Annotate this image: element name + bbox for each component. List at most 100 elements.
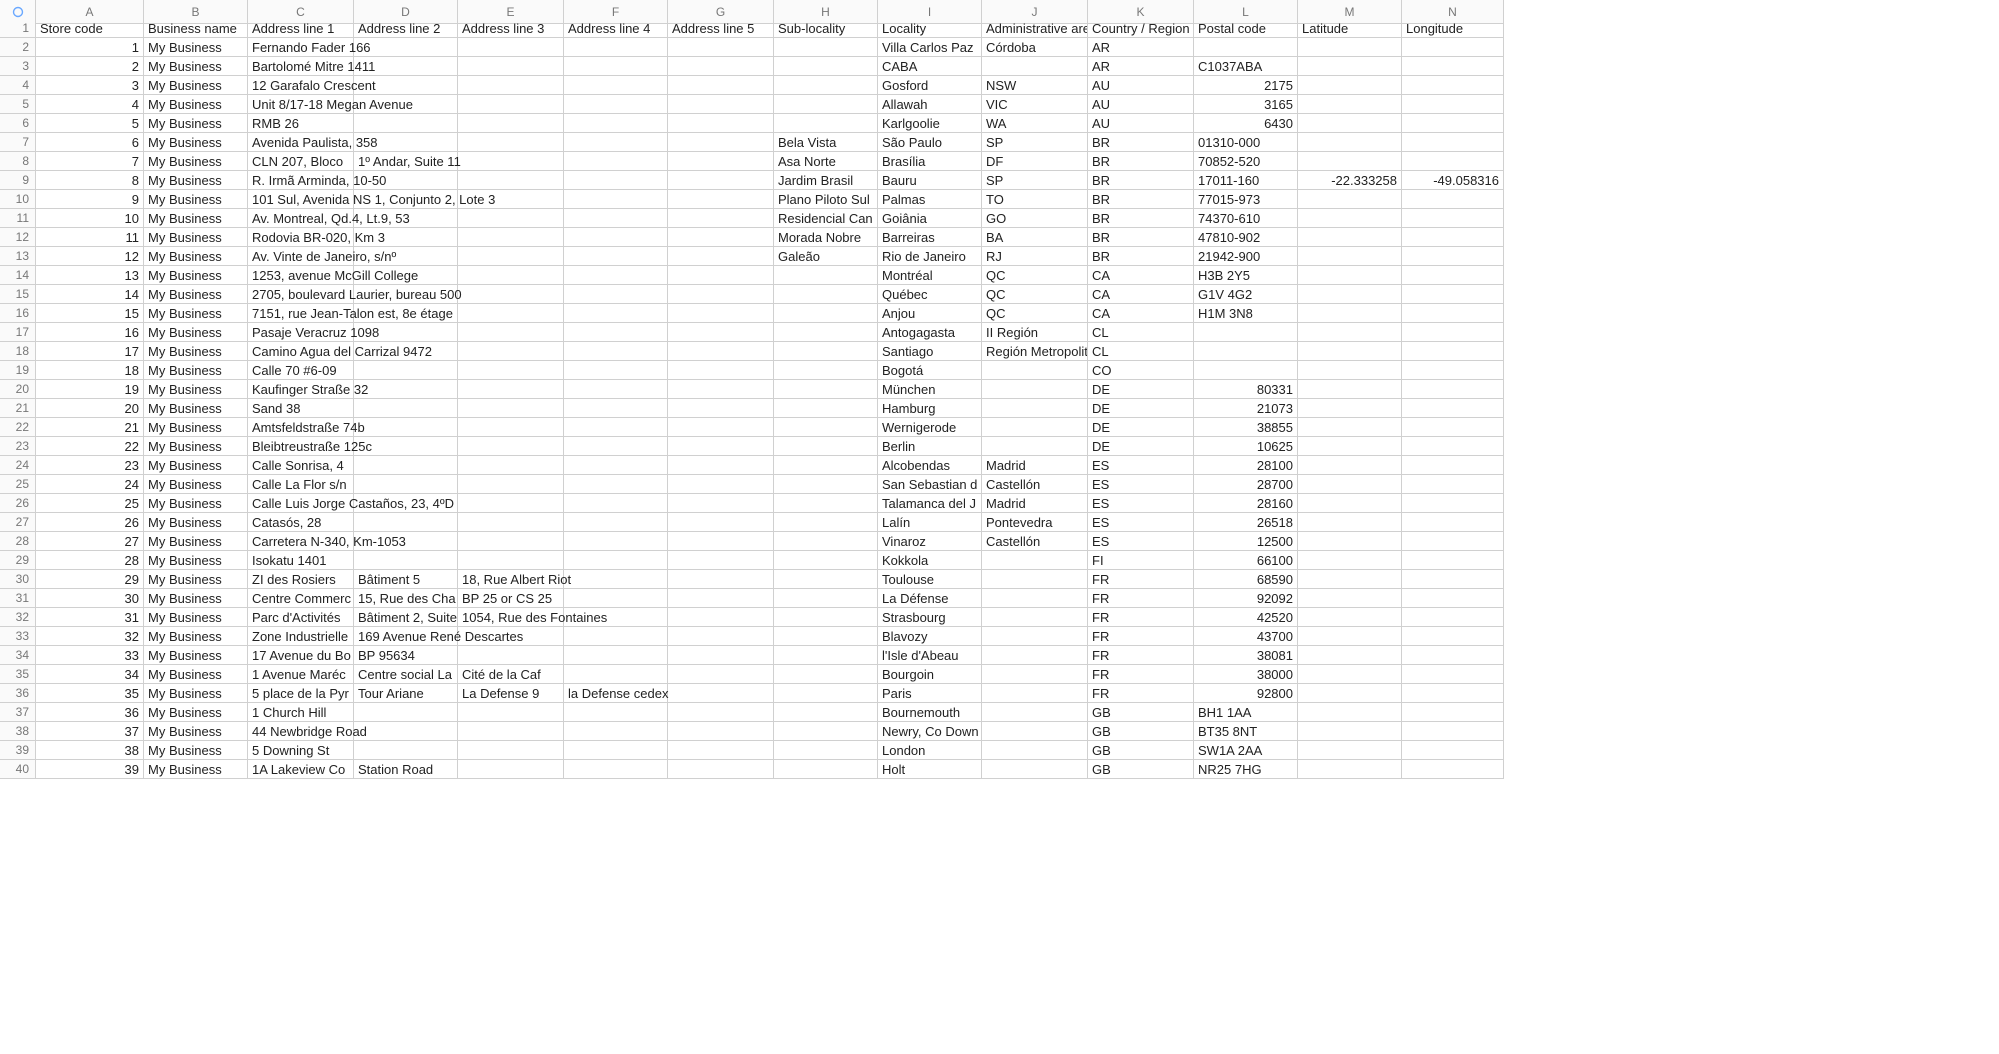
cell[interactable]: Station Road (354, 760, 458, 779)
cell[interactable]: Pasaje Veracruz 1098 (248, 323, 354, 342)
cell[interactable]: 23 (36, 456, 144, 475)
cell[interactable] (1402, 190, 1504, 209)
cell[interactable]: Bauru (878, 171, 982, 190)
cell[interactable] (564, 665, 668, 684)
cell[interactable] (982, 437, 1088, 456)
cell[interactable] (1402, 437, 1504, 456)
cell[interactable] (564, 494, 668, 513)
cell[interactable]: CL (1088, 342, 1194, 361)
cell[interactable] (1402, 95, 1504, 114)
cell[interactable]: Antogagasta (878, 323, 982, 342)
cell[interactable] (354, 114, 458, 133)
cell[interactable]: 44 Newbridge Road (248, 722, 354, 741)
cell[interactable] (982, 380, 1088, 399)
cell[interactable]: Rio de Janeiro (878, 247, 982, 266)
cell[interactable] (564, 57, 668, 76)
cell[interactable] (458, 323, 564, 342)
cell[interactable]: Castellón (982, 532, 1088, 551)
cell[interactable]: BR (1088, 228, 1194, 247)
cell[interactable] (774, 304, 878, 323)
cell[interactable]: Country / Region (1088, 19, 1194, 38)
cell[interactable]: Latitude (1298, 19, 1402, 38)
cell[interactable]: BR (1088, 171, 1194, 190)
cell[interactable] (1298, 323, 1402, 342)
cell[interactable] (1298, 627, 1402, 646)
row-header[interactable]: 39 (0, 741, 36, 760)
row-header[interactable]: 35 (0, 665, 36, 684)
cell[interactable] (458, 285, 564, 304)
cell[interactable]: TO (982, 190, 1088, 209)
cell[interactable]: BR (1088, 152, 1194, 171)
cell[interactable]: Asa Norte (774, 152, 878, 171)
cell[interactable]: Tour Ariane (354, 684, 458, 703)
cell[interactable] (774, 627, 878, 646)
cell[interactable]: 66100 (1194, 551, 1298, 570)
cell[interactable] (1298, 380, 1402, 399)
cell[interactable] (1298, 456, 1402, 475)
cell[interactable]: My Business (144, 456, 248, 475)
cell[interactable] (1194, 323, 1298, 342)
cell[interactable] (1298, 551, 1402, 570)
cell[interactable]: 2705, boulevard Laurier, bureau 500 (248, 285, 354, 304)
cell[interactable]: Amtsfeldstraße 74b (248, 418, 354, 437)
cell[interactable]: Bournemouth (878, 703, 982, 722)
cell[interactable] (1402, 494, 1504, 513)
cell[interactable]: 10625 (1194, 437, 1298, 456)
cell[interactable]: 101 Sul, Avenida NS 1, Conjunto 2, Lote … (248, 190, 354, 209)
cell[interactable]: BR (1088, 209, 1194, 228)
row-header[interactable]: 1 (0, 19, 36, 38)
cell[interactable]: H1M 3N8 (1194, 304, 1298, 323)
cell[interactable]: ES (1088, 513, 1194, 532)
cell[interactable] (1402, 418, 1504, 437)
cell[interactable]: 38 (36, 741, 144, 760)
cell[interactable]: My Business (144, 418, 248, 437)
cell[interactable]: 28160 (1194, 494, 1298, 513)
cell[interactable]: München (878, 380, 982, 399)
cell[interactable]: Montréal (878, 266, 982, 285)
cell[interactable]: R. Irmã Arminda, 10-50 (248, 171, 354, 190)
cell[interactable]: ZI des Rosiers (248, 570, 354, 589)
cell[interactable]: My Business (144, 703, 248, 722)
cell[interactable] (668, 532, 774, 551)
cell[interactable] (564, 247, 668, 266)
cell[interactable] (1402, 304, 1504, 323)
cell[interactable] (564, 551, 668, 570)
cell[interactable]: CA (1088, 266, 1194, 285)
cell[interactable] (668, 76, 774, 95)
cell[interactable] (1402, 133, 1504, 152)
cell[interactable] (564, 532, 668, 551)
cell[interactable]: 28 (36, 551, 144, 570)
cell[interactable]: RMB 26 (248, 114, 354, 133)
cell[interactable] (564, 475, 668, 494)
cell[interactable]: Jardim Brasil (774, 171, 878, 190)
cell[interactable] (1298, 532, 1402, 551)
cell[interactable]: CA (1088, 285, 1194, 304)
cell[interactable]: Avenida Paulista, 358 (248, 133, 354, 152)
cell[interactable]: 1054, Rue des Fontaines (458, 608, 564, 627)
row-header[interactable]: 17 (0, 323, 36, 342)
cell[interactable]: My Business (144, 627, 248, 646)
cell[interactable]: Gosford (878, 76, 982, 95)
cell[interactable]: GB (1088, 741, 1194, 760)
cell[interactable] (1402, 361, 1504, 380)
cell[interactable]: Av. Montreal, Qd.4, Lt.9, 53 (248, 209, 354, 228)
cell[interactable]: 6 (36, 133, 144, 152)
cell[interactable]: AU (1088, 76, 1194, 95)
cell[interactable]: II Región (982, 323, 1088, 342)
cell[interactable]: FR (1088, 589, 1194, 608)
cell[interactable] (564, 209, 668, 228)
cell[interactable] (668, 133, 774, 152)
cell[interactable] (354, 475, 458, 494)
cell[interactable]: SP (982, 133, 1088, 152)
row-header[interactable]: 23 (0, 437, 36, 456)
cell[interactable]: Parc d'Activités (248, 608, 354, 627)
cell[interactable]: FR (1088, 608, 1194, 627)
cell[interactable]: Lalín (878, 513, 982, 532)
cell[interactable] (564, 114, 668, 133)
cell[interactable]: 28100 (1194, 456, 1298, 475)
cell[interactable] (774, 665, 878, 684)
cell[interactable] (1402, 741, 1504, 760)
cell[interactable] (458, 722, 564, 741)
cell[interactable]: Bâtiment 5 (354, 570, 458, 589)
cell[interactable] (1298, 285, 1402, 304)
